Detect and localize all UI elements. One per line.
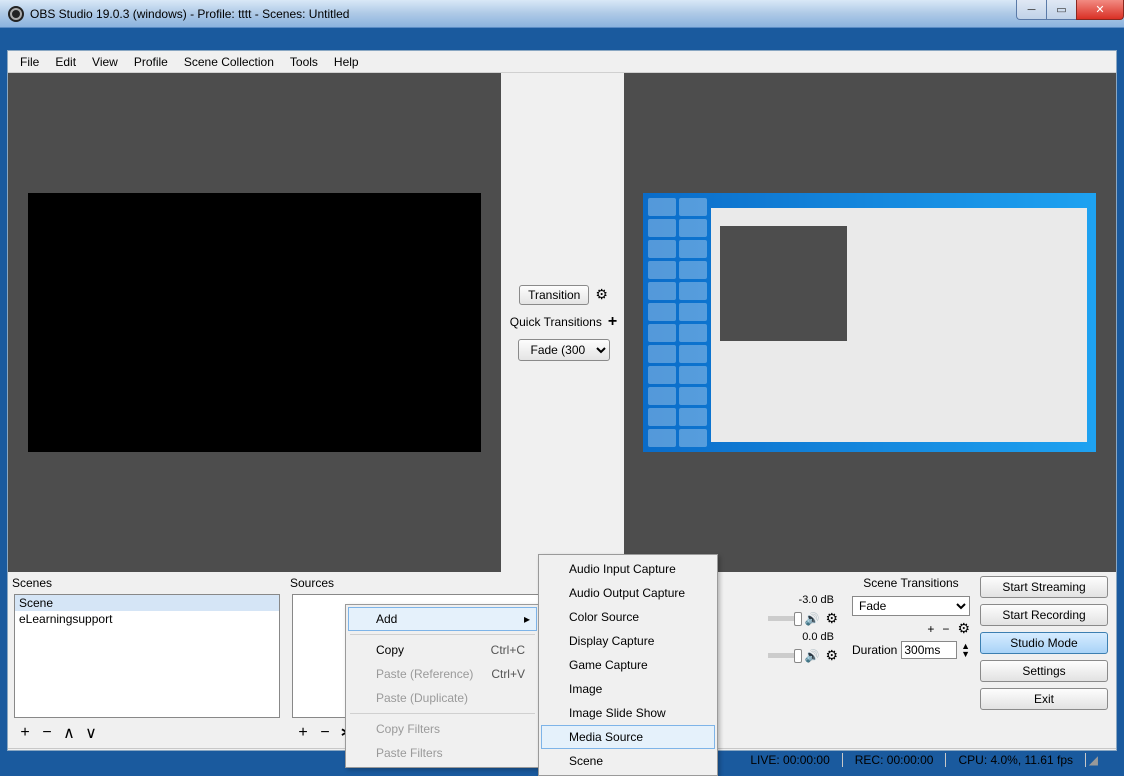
menu-edit[interactable]: Edit bbox=[47, 52, 84, 72]
plus-icon[interactable] bbox=[608, 313, 617, 331]
menu-item-media-source[interactable]: Media Source bbox=[541, 725, 715, 749]
status-live: LIVE: 00:00:00 bbox=[738, 753, 841, 767]
menu-scene-collection[interactable]: Scene Collection bbox=[176, 52, 282, 72]
transition-column: Transition Quick Transitions Fade (300ms… bbox=[504, 73, 624, 572]
move-up-button[interactable]: ∧ bbox=[58, 722, 80, 744]
remove-scene-button[interactable]: − bbox=[36, 722, 58, 744]
gear-icon[interactable] bbox=[595, 286, 608, 303]
menu-item-add[interactable]: Add▸ bbox=[348, 607, 537, 631]
context-menu-sources: Add▸ CopyCtrl+C Paste (Reference)Ctrl+V … bbox=[345, 604, 540, 768]
preview-program[interactable] bbox=[624, 73, 1117, 572]
menu-profile[interactable]: Profile bbox=[126, 52, 176, 72]
settings-button[interactable]: Settings bbox=[980, 660, 1108, 682]
menu-file[interactable]: File bbox=[12, 52, 47, 72]
menu-item-paste-reference[interactable]: Paste (Reference)Ctrl+V bbox=[348, 662, 537, 686]
controls-panel: Start Streaming Start Recording Studio M… bbox=[976, 572, 1116, 748]
scene-transitions-title: Scene Transitions bbox=[846, 572, 976, 594]
title-bar: OBS Studio 19.0.3 (windows) - Profile: t… bbox=[0, 0, 1124, 28]
scenes-panel: Scenes Scene eLearningsupport + − ∧ ∨ bbox=[8, 572, 286, 748]
add-scene-button[interactable]: + bbox=[14, 722, 36, 744]
menu-item-paste-filters[interactable]: Paste Filters bbox=[348, 741, 537, 765]
menu-item-copy[interactable]: CopyCtrl+C bbox=[348, 638, 537, 662]
context-menu-add-source: Audio Input Capture Audio Output Capture… bbox=[538, 554, 718, 776]
gear-icon[interactable] bbox=[825, 610, 838, 627]
start-recording-button[interactable]: Start Recording bbox=[980, 604, 1108, 626]
maximize-button[interactable]: ▭ bbox=[1046, 0, 1076, 20]
scene-transitions-panel: Scene Transitions Fade + − Duration ▲▼ bbox=[846, 572, 976, 748]
studio-mode-button[interactable]: Studio Mode bbox=[980, 632, 1108, 654]
speaker-icon[interactable]: 🔊 bbox=[804, 649, 819, 663]
volume-slider-2[interactable] bbox=[768, 653, 798, 658]
add-source-button[interactable]: + bbox=[292, 722, 314, 744]
duration-label: Duration bbox=[852, 643, 897, 657]
menu-item-audio-output-capture[interactable]: Audio Output Capture bbox=[541, 581, 715, 605]
duration-input[interactable] bbox=[901, 641, 957, 659]
move-down-button[interactable]: ∨ bbox=[80, 722, 102, 744]
minus-icon[interactable]: − bbox=[942, 622, 949, 636]
remove-source-button[interactable]: − bbox=[314, 722, 336, 744]
menu-help[interactable]: Help bbox=[326, 52, 367, 72]
window-title: OBS Studio 19.0.3 (windows) - Profile: t… bbox=[30, 7, 349, 21]
transition-button[interactable]: Transition bbox=[519, 285, 589, 305]
close-button[interactable]: ✕ bbox=[1076, 0, 1124, 20]
menu-item-game-capture[interactable]: Game Capture bbox=[541, 653, 715, 677]
transition-select[interactable]: Fade (300ms) bbox=[518, 339, 610, 361]
status-rec: REC: 00:00:00 bbox=[842, 753, 946, 767]
sources-title: Sources bbox=[286, 572, 564, 594]
scenes-list[interactable]: Scene eLearningsupport bbox=[14, 594, 280, 718]
preview-edit-canvas bbox=[28, 193, 481, 452]
scene-transition-select[interactable]: Fade bbox=[852, 596, 970, 616]
plus-icon[interactable]: + bbox=[927, 622, 934, 636]
menu-tools[interactable]: Tools bbox=[282, 52, 326, 72]
status-cpu: CPU: 4.0%, 11.61 fps bbox=[945, 753, 1085, 767]
exit-button[interactable]: Exit bbox=[980, 688, 1108, 710]
gear-icon[interactable] bbox=[957, 620, 970, 637]
speaker-icon[interactable]: 🔊 bbox=[804, 612, 819, 626]
menu-bar: File Edit View Profile Scene Collection … bbox=[8, 51, 1116, 73]
preview-program-canvas bbox=[643, 193, 1096, 452]
menu-item-color-source[interactable]: Color Source bbox=[541, 605, 715, 629]
scenes-title: Scenes bbox=[8, 572, 286, 594]
chevron-right-icon: ▸ bbox=[524, 612, 530, 626]
list-item[interactable]: eLearningsupport bbox=[15, 611, 279, 627]
spinner-icon[interactable]: ▲▼ bbox=[961, 642, 970, 658]
preview-row: Transition Quick Transitions Fade (300ms… bbox=[8, 73, 1116, 572]
menu-item-display-capture[interactable]: Display Capture bbox=[541, 629, 715, 653]
menu-item-paste-duplicate[interactable]: Paste (Duplicate) bbox=[348, 686, 537, 710]
start-streaming-button[interactable]: Start Streaming bbox=[980, 576, 1108, 598]
menu-item-scene[interactable]: Scene bbox=[541, 749, 715, 773]
menu-view[interactable]: View bbox=[84, 52, 126, 72]
minimize-button[interactable]: ─ bbox=[1016, 0, 1046, 20]
menu-item-audio-input-capture[interactable]: Audio Input Capture bbox=[541, 557, 715, 581]
menu-item-image-slide-show[interactable]: Image Slide Show bbox=[541, 701, 715, 725]
preview-edit[interactable] bbox=[8, 73, 501, 572]
list-item[interactable]: Scene bbox=[15, 595, 279, 611]
volume-slider-1[interactable] bbox=[768, 616, 798, 621]
resize-grip-icon[interactable]: ◢ bbox=[1085, 753, 1110, 767]
menu-item-image[interactable]: Image bbox=[541, 677, 715, 701]
menu-item-copy-filters[interactable]: Copy Filters bbox=[348, 717, 537, 741]
app-icon bbox=[8, 6, 24, 22]
gear-icon[interactable] bbox=[825, 647, 838, 664]
quick-transitions-label: Quick Transitions bbox=[510, 315, 602, 329]
